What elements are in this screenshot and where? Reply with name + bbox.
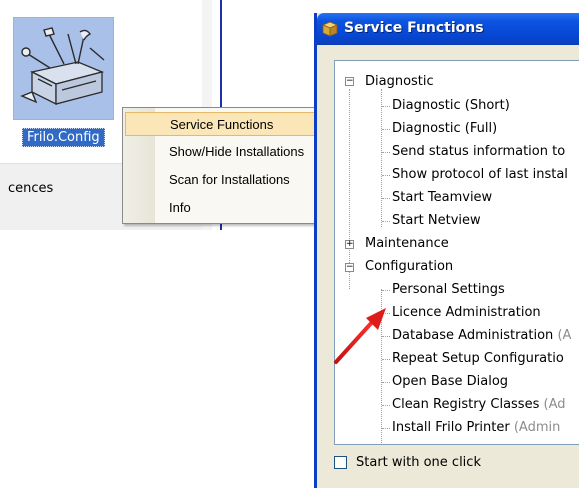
window-titlebar[interactable]: Service Functions	[317, 13, 579, 45]
tree-node-install-frilo-printer[interactable]: Install Frilo Printer (Admin	[392, 420, 560, 436]
tree-node-start-netview[interactable]: Start Netview	[392, 213, 481, 229]
expand-toggle-maintenance[interactable]: +	[345, 240, 354, 249]
tree-node-start-teamview[interactable]: Start Teamview	[392, 190, 492, 206]
tree-connector	[382, 129, 390, 131]
menu-item-label: Show/Hide Installations	[169, 144, 305, 159]
tree-connector	[381, 89, 383, 227]
tree-connector	[382, 198, 390, 200]
tree-node-repeat-setup[interactable]: Repeat Setup Configuratio	[392, 351, 564, 367]
licences-partial-text: cences	[8, 181, 54, 196]
tree-node-send-status[interactable]: Send status information to	[392, 144, 565, 160]
tree-connector	[382, 428, 390, 430]
tree-node-suffix: (A	[557, 328, 572, 343]
collapse-toggle-configuration[interactable]: −	[345, 263, 354, 272]
menu-item-info[interactable]: Info	[125, 196, 316, 220]
menu-item-show-hide-installations[interactable]: Show/Hide Installations	[125, 140, 316, 164]
tree-connector	[382, 290, 390, 292]
tree-node-database-administration[interactable]: Database Administration (A	[392, 328, 571, 344]
tree-connector	[382, 106, 390, 108]
tree-node-open-base-dialog[interactable]: Open Base Dialog	[392, 374, 508, 390]
tree-connector	[382, 382, 390, 384]
tree-node-suffix: (Admin	[513, 420, 561, 435]
tree-node-diagnostic-full[interactable]: Diagnostic (Full)	[392, 121, 497, 137]
collapse-toggle-diagnostic[interactable]: −	[345, 77, 354, 86]
tree-node-licence-administration[interactable]: Licence Administration	[392, 305, 541, 321]
service-tree[interactable]: − Diagnostic Diagnostic (Short) Diagnost…	[334, 60, 579, 445]
tree-node-label: Clean Registry Classes	[392, 397, 540, 412]
tree-node-diagnostic[interactable]: Diagnostic	[365, 74, 434, 90]
start-with-one-click-checkbox[interactable]	[334, 456, 347, 469]
tree-node-label: Database Administration	[392, 328, 554, 343]
tree-node-diagnostic-short[interactable]: Diagnostic (Short)	[392, 98, 510, 114]
tree-node-suffix: (Ad	[543, 397, 566, 412]
frilo-config-label[interactable]: Frilo.Config	[22, 128, 105, 147]
tree-node-configuration[interactable]: Configuration	[365, 259, 453, 275]
tools-icon	[20, 27, 105, 106]
menu-item-label: Service Functions	[170, 117, 274, 132]
arrow-shaft	[334, 318, 376, 364]
tree-node-clean-registry[interactable]: Clean Registry Classes (Ad	[392, 397, 566, 413]
tree-connector	[382, 405, 390, 407]
tree-node-label: Install Frilo Printer	[392, 420, 510, 435]
tree-connector	[382, 221, 390, 223]
tree-connector	[349, 89, 351, 289]
service-functions-window: Service Functions − Diagnostic Diagnosti…	[314, 13, 579, 488]
frilo-config-icon[interactable]	[13, 17, 114, 120]
menu-item-label: Info	[169, 200, 191, 215]
tree-connector	[382, 175, 390, 177]
start-with-one-click-label: Start with one click	[356, 455, 481, 470]
context-menu: Service Functions Show/Hide Installation…	[122, 107, 319, 224]
tree-node-personal-settings[interactable]: Personal Settings	[392, 282, 505, 298]
menu-item-scan-for-installations[interactable]: Scan for Installations	[125, 168, 316, 192]
window-title: Service Functions	[344, 20, 484, 36]
menu-item-service-functions[interactable]: Service Functions	[125, 112, 316, 136]
package-icon	[322, 21, 338, 37]
tree-node-show-protocol[interactable]: Show protocol of last instal	[392, 167, 568, 183]
tree-node-maintenance[interactable]: Maintenance	[365, 236, 449, 252]
red-arrow-annotation	[334, 308, 386, 364]
tree-connector	[382, 152, 390, 154]
menu-item-label: Scan for Installations	[169, 172, 290, 187]
